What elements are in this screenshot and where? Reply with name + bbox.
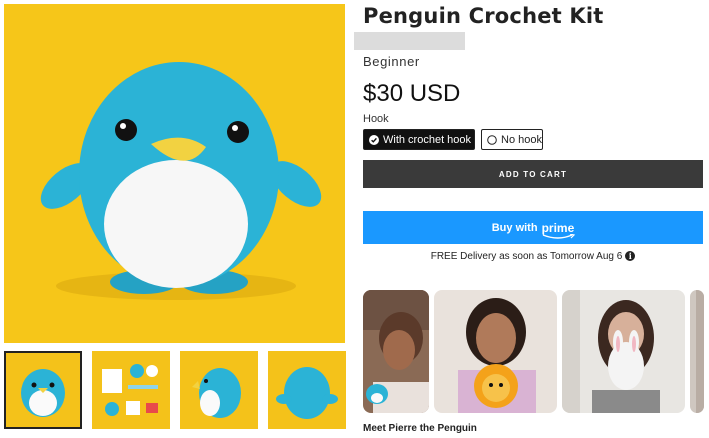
hook-option-label: Hook (363, 113, 389, 125)
product-price: $30 USD (363, 80, 461, 107)
rating-placeholder (354, 32, 465, 50)
skill-level: Beginner (363, 54, 420, 69)
no-hook-option-label: No hook (501, 133, 542, 146)
video-thumbnail-2[interactable] (434, 290, 557, 413)
buy-with-label: Buy with (491, 221, 538, 234)
video-thumbnail-3[interactable] (562, 290, 685, 413)
penguin-front-thumbnail[interactable] (4, 351, 82, 429)
penguin-main-image (4, 4, 345, 343)
video-thumbnail-4[interactable] (690, 290, 704, 413)
delivery-text: FREE Delivery as soon as Tomorrow Aug 6 (430, 251, 623, 262)
prime-smile-icon (542, 233, 575, 239)
kit-contents-thumbnail[interactable] (92, 351, 170, 429)
video-thumbnail-1[interactable] (363, 290, 429, 413)
penguin-back-thumbnail[interactable] (268, 351, 346, 429)
radio-circle-icon (487, 134, 497, 145)
add-to-cart-button[interactable]: ADD TO CART (363, 160, 703, 188)
with-hook-option-label: With crochet hook (383, 133, 472, 146)
with-hook-option[interactable]: With crochet hook (363, 129, 475, 150)
buy-with-prime-button[interactable]: Buy with prime (363, 211, 703, 244)
info-icon[interactable]: i (625, 251, 636, 262)
penguin-side-thumbnail[interactable] (180, 351, 258, 429)
no-hook-option[interactable]: No hook (481, 129, 543, 150)
prime-label: prime (541, 220, 575, 235)
thumbnail-gallery (4, 351, 346, 431)
add-to-cart-label: ADD TO CART (498, 169, 568, 179)
delivery-info: FREE Delivery as soon as Tomorrow Aug 6i (363, 251, 703, 262)
product-title: Penguin Crochet Kit (363, 4, 604, 28)
checkmark-circle-icon (369, 134, 379, 145)
video-section-title: Meet Pierre the Penguin (363, 423, 477, 434)
